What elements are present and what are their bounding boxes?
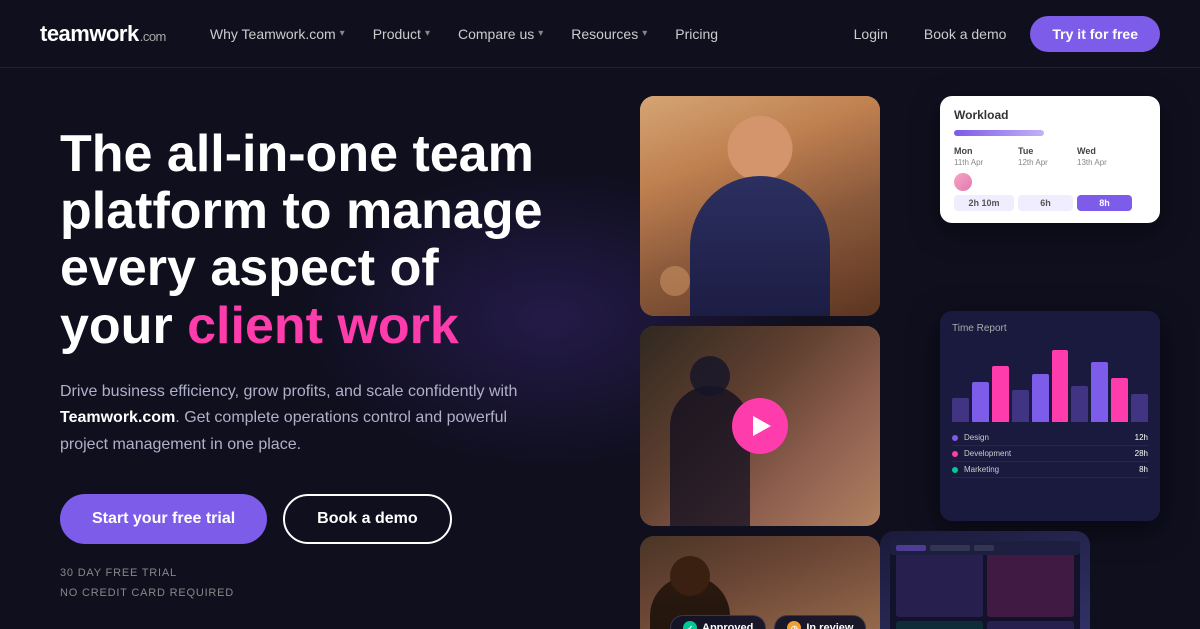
workload-card: Workload Mon 11th Apr Tue 12th Apr Wed 1…	[940, 96, 1160, 223]
time-cell-tue: 6h	[1018, 195, 1073, 211]
workload-title: Workload	[954, 108, 1146, 122]
workload-grid: Mon 11th Apr Tue 12th Apr Wed 13th Apr	[954, 146, 1146, 167]
chart-bar	[1032, 374, 1049, 422]
workload-avatar-row	[954, 173, 1146, 191]
chart-bar	[992, 366, 1009, 422]
screen-cell	[896, 547, 983, 617]
chart-bar	[952, 398, 969, 422]
nav-item-why-teamwork[interactable]: Why Teamwork.com ▾	[198, 18, 357, 50]
chart-bar	[1052, 350, 1069, 422]
chevron-down-icon: ▾	[425, 28, 430, 39]
play-button[interactable]	[732, 398, 788, 454]
image-collage-container: Workload Mon 11th Apr Tue 12th Apr Wed 1…	[640, 96, 1160, 629]
time-cell-mon: 2h 10m	[954, 195, 1014, 211]
chart-bar	[1111, 378, 1128, 422]
nav-links: Why Teamwork.com ▾ Product ▾ Compare us …	[198, 18, 842, 50]
legend-dot	[952, 435, 958, 441]
nav-item-compare[interactable]: Compare us ▾	[446, 18, 555, 50]
screen-cell	[987, 547, 1074, 617]
play-icon	[753, 416, 771, 436]
nav-item-product[interactable]: Product ▾	[361, 18, 442, 50]
in-review-badge: ◷ In review	[774, 615, 866, 629]
person-photo-top	[640, 96, 880, 316]
chart-bars	[952, 342, 1148, 422]
laptop-photo	[880, 531, 1090, 629]
workload-progress-bar	[954, 130, 1044, 136]
navbar: teamwork.com Why Teamwork.com ▾ Product …	[0, 0, 1200, 68]
legend-dot	[952, 451, 958, 457]
nav-right: Login Book a demo Try it for free	[842, 16, 1160, 52]
workload-time-cells: 2h 10m 6h 8h	[954, 195, 1146, 211]
nav-item-resources[interactable]: Resources ▾	[559, 18, 659, 50]
chevron-down-icon: ▾	[642, 28, 647, 39]
time-report-row: Development 28h	[952, 446, 1148, 462]
start-free-trial-button[interactable]: Start your free trial	[60, 494, 267, 544]
book-demo-button[interactable]: Book a demo	[283, 494, 451, 544]
time-report-row: Marketing 8h	[952, 462, 1148, 478]
hero-content: The all-in-one team platform to manage e…	[60, 116, 620, 629]
time-report-card: Time Report Design 12h	[940, 311, 1160, 521]
approved-badge: ✓ Approved	[670, 615, 766, 629]
hero-description: Drive business efficiency, grow profits,…	[60, 379, 550, 458]
chart-bar	[1071, 386, 1088, 422]
logo[interactable]: teamwork.com	[40, 21, 166, 47]
legend-dot	[952, 467, 958, 473]
video-thumbnail[interactable]	[640, 326, 880, 526]
login-button[interactable]: Login	[842, 18, 900, 50]
clock-icon: ◷	[787, 621, 801, 629]
hero-section: The all-in-one team platform to manage e…	[0, 68, 1200, 629]
time-report-title: Time Report	[952, 323, 1148, 334]
chart-bar	[972, 382, 989, 422]
workload-avatar	[954, 173, 972, 191]
time-report-row: Design 12h	[952, 430, 1148, 446]
check-icon: ✓	[683, 621, 697, 629]
chart-bar	[1091, 362, 1108, 422]
chevron-down-icon: ▾	[340, 28, 345, 39]
try-it-free-button[interactable]: Try it for free	[1030, 16, 1160, 52]
hero-image-collage: Workload Mon 11th Apr Tue 12th Apr Wed 1…	[620, 116, 1140, 629]
worker-head	[670, 556, 710, 596]
chart-bar	[1012, 390, 1029, 422]
nav-book-demo-button[interactable]: Book a demo	[912, 18, 1019, 50]
chart-bar	[1131, 394, 1148, 422]
logo-text: teamwork.com	[40, 21, 166, 47]
hero-title: The all-in-one team platform to manage e…	[60, 126, 620, 355]
screen-cell	[896, 621, 983, 629]
hero-footnote: 30 DAY FREE TRIAL NO CREDIT CARD REQUIRE…	[60, 564, 620, 604]
nav-item-pricing[interactable]: Pricing	[663, 18, 730, 50]
chevron-down-icon: ▾	[538, 28, 543, 39]
person-image	[640, 96, 880, 316]
hero-buttons: Start your free trial Book a demo	[60, 494, 620, 544]
time-cell-wed: 8h	[1077, 195, 1132, 211]
screen-cell	[987, 621, 1074, 629]
status-badges: ✓ Approved ◷ In review	[670, 615, 866, 629]
